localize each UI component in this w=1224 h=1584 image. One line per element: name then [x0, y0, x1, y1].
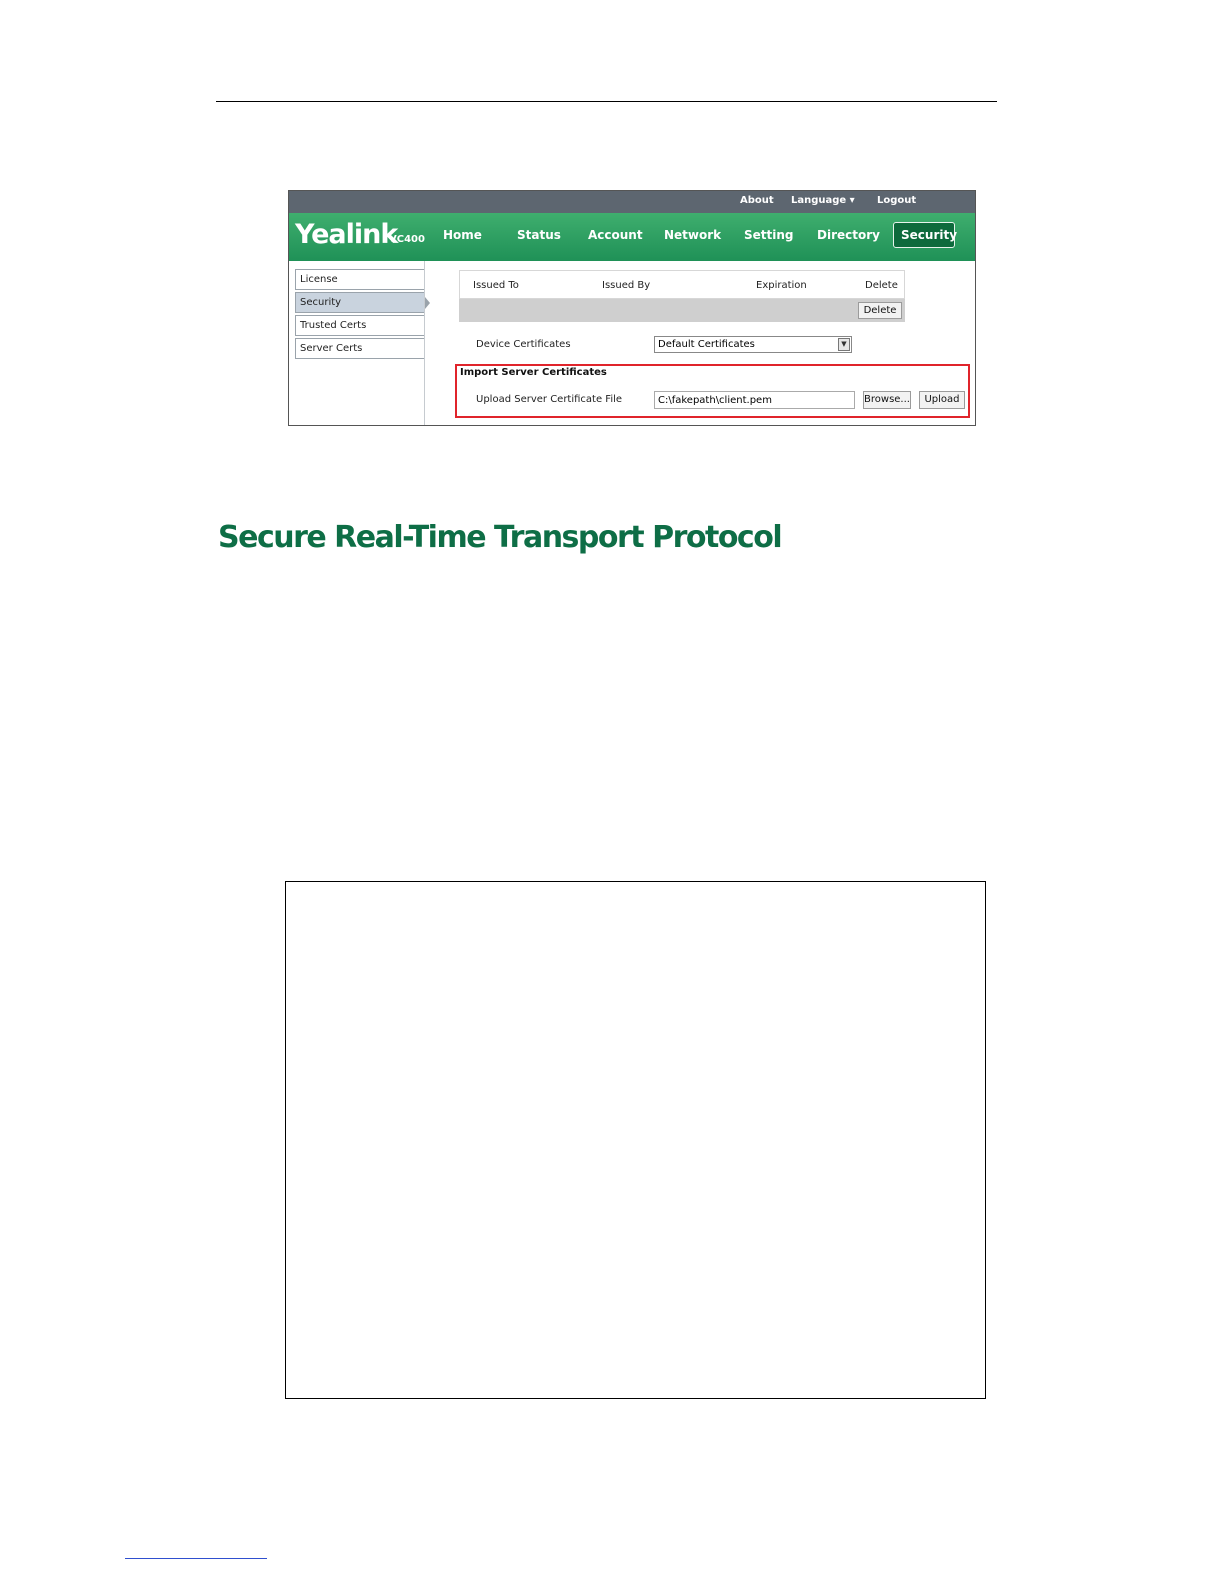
certificate-file-input[interactable]: C:\fakepath\client.pem [654, 391, 855, 409]
main-nav-bar: Yealink VC400 Home Status Account Networ… [289, 213, 975, 261]
language-menu[interactable]: Language ▾ [791, 195, 855, 206]
col-expiration: Expiration [756, 280, 807, 291]
upload-button[interactable]: Upload [919, 391, 965, 409]
col-issued-to: Issued To [473, 280, 519, 291]
section-heading: Secure Real-Time Transport Protocol [218, 520, 783, 555]
sidebar-item-trusted-certs[interactable]: Trusted Certs [295, 315, 425, 336]
nav-tab-status[interactable]: Status [517, 228, 561, 242]
empty-content-box [285, 881, 986, 1399]
nav-tab-account[interactable]: Account [588, 228, 643, 242]
sidebar-active-arrow-icon [425, 297, 430, 309]
brand-model: VC400 [389, 234, 425, 245]
nav-tab-home[interactable]: Home [443, 228, 482, 242]
nav-tab-setting[interactable]: Setting [744, 228, 794, 242]
browse-button[interactable]: Browse... [863, 391, 911, 409]
about-link[interactable]: About [740, 195, 774, 206]
device-certificates-value: Default Certificates [658, 339, 755, 350]
sidebar-item-server-certs[interactable]: Server Certs [295, 338, 425, 359]
import-section-title: Import Server Certificates [460, 367, 607, 378]
sidebar-item-security[interactable]: Security [295, 292, 425, 313]
upload-file-label: Upload Server Certificate File [476, 394, 623, 405]
cert-table-header: Issued To Issued By Expiration Delete [459, 270, 905, 299]
sidebar-divider [424, 261, 425, 425]
brand-logo: Yealink [295, 219, 398, 250]
page-header-rule [216, 101, 997, 102]
nav-tab-network[interactable]: Network [664, 228, 721, 242]
nav-tab-directory[interactable]: Directory [817, 228, 880, 242]
chevron-down-icon[interactable]: ▼ [838, 338, 850, 351]
delete-button[interactable]: Delete [858, 302, 902, 319]
top-utility-bar: About Language ▾ Logout [289, 191, 975, 213]
device-certificates-label: Device Certificates [476, 339, 571, 350]
cert-table-row: Delete [459, 299, 905, 322]
footer-link-underline[interactable] [125, 1558, 267, 1559]
col-issued-by: Issued By [602, 280, 651, 291]
nav-tab-security[interactable]: Security [901, 228, 957, 242]
web-ui-screenshot: About Language ▾ Logout Yealink VC400 Ho… [288, 190, 976, 426]
device-certificates-select[interactable]: Default Certificates ▼ [654, 336, 852, 353]
logout-link[interactable]: Logout [877, 195, 916, 206]
col-delete: Delete [865, 280, 898, 291]
sidebar-item-license[interactable]: License [295, 269, 425, 290]
